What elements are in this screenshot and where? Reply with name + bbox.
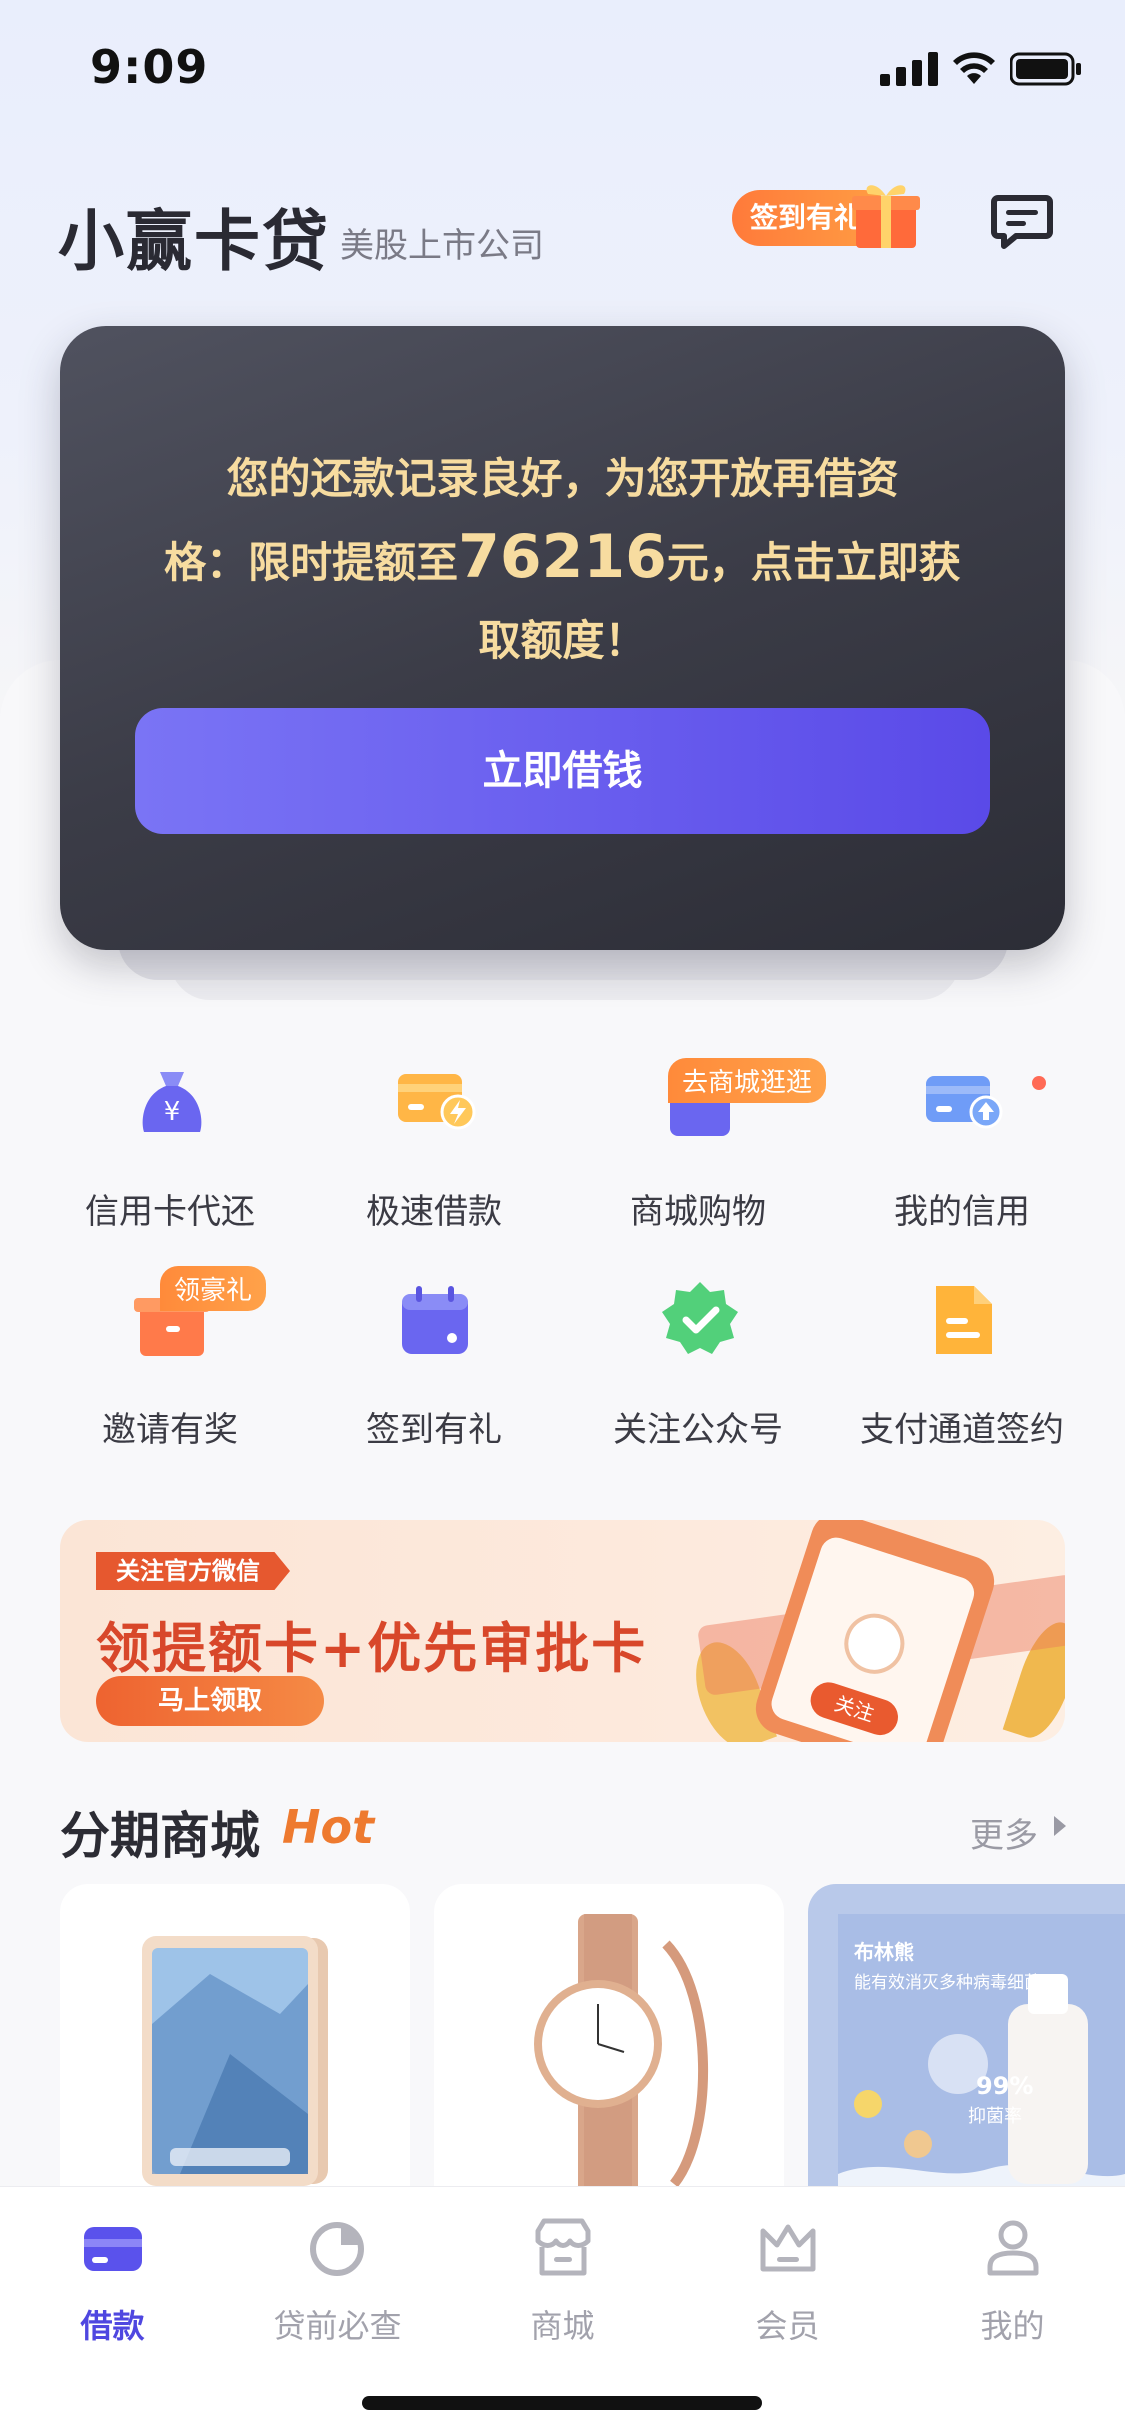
gift-icon (852, 185, 920, 248)
tablet-image (142, 1936, 328, 2186)
user-icon (987, 2220, 1039, 2276)
promo-message: 您的还款记录良好，为您开放再借资 格：限时提额至76216元，点击立即获 取额度… (140, 440, 985, 680)
spray-brand: 布林熊 (854, 1940, 914, 1964)
brand-subtitle: 美股上市公司 (340, 226, 544, 266)
watch-image (534, 1914, 709, 2214)
claim-now-button[interactable]: 马上领取 (96, 1676, 324, 1726)
section-title: 分期商城 (60, 1807, 260, 1865)
phone-follow-label: 关注 (805, 1677, 903, 1740)
grid-label: 信用卡代还 (85, 1192, 255, 1232)
store-icon (535, 2218, 591, 2276)
invite-tag: 领豪礼 (160, 1266, 267, 1311)
home-indicator (362, 2396, 762, 2410)
tab-label: 贷前必查 (273, 2307, 402, 2345)
banner-title: 领提额卡+优先审批卡 (96, 1617, 648, 1680)
grid-label: 关注公众号 (613, 1410, 783, 1450)
crown-icon (760, 2224, 816, 2272)
tab-label: 借款 (80, 2307, 145, 2345)
promo-line-1: 您的还款记录良好，为您开放再借资 (226, 454, 899, 503)
banner-tag: 关注官方微信 (96, 1552, 290, 1590)
status-time: 9:09 (90, 40, 209, 94)
document-icon (936, 1286, 992, 1354)
mall-tag: 去商城逛逛 (668, 1058, 827, 1103)
product-card-watch[interactable] (434, 1884, 784, 2224)
grid-label: 商城购物 (630, 1192, 766, 1232)
spray-image (838, 1914, 1125, 2224)
grid-label: 签到有礼 (366, 1410, 502, 1450)
checkin-reward-label: 签到有礼 (750, 201, 863, 234)
verified-badge-icon (662, 1282, 738, 1354)
product-card-spray[interactable]: 布林熊 能有效消灭多种病毒细菌 99% 抑菌率 (808, 1884, 1125, 2224)
tab-label: 商城 (530, 2307, 595, 2345)
more-link[interactable]: 更多 (970, 1808, 1038, 1857)
promo-amount: 76216 (458, 522, 667, 592)
card-upload-icon (926, 1076, 1003, 1129)
wifi-icon (953, 52, 995, 84)
app-logo-icon (836, 1605, 913, 1682)
battery-icon (1010, 52, 1081, 86)
tab-label: 我的 (980, 2307, 1045, 2345)
phone-illustration: 关注 (749, 1520, 1001, 1742)
cellular-signal-icon (880, 52, 938, 86)
card-lightning-icon (398, 1074, 476, 1130)
promo-line-2: 格：限时提额至76216元，点击立即获 (140, 518, 985, 602)
status-bar: 9:09 (0, 0, 1125, 140)
spray-badge: 99% (976, 2072, 1034, 2100)
phone-screen: 关注 (767, 1533, 979, 1742)
grid-label: 支付通道签约 (860, 1410, 1064, 1450)
wechat-follow-banner[interactable]: 关注官方微信 领提额卡+优先审批卡 马上领取 关注 (60, 1520, 1065, 1742)
promo-line-2-pre: 格：限时提额至 (164, 538, 459, 587)
spray-desc: 能有效消灭多种病毒细菌 (854, 1973, 1041, 1993)
calendar-icon (402, 1286, 468, 1354)
money-bag-icon: ¥ (142, 1072, 202, 1132)
product-card-tablet[interactable] (60, 1884, 410, 2224)
pie-chart-icon (310, 2222, 364, 2276)
chevron-right-icon (1054, 1816, 1066, 1836)
tab-label: 会员 (755, 2307, 820, 2345)
grid-label: 极速借款 (366, 1192, 502, 1232)
notification-dot (1032, 1076, 1046, 1090)
wallet-card-icon (84, 2227, 142, 2271)
borrow-now-button[interactable]: 立即借钱 (135, 708, 990, 834)
svg-text:¥: ¥ (164, 1097, 181, 1127)
message-icon[interactable] (990, 192, 1054, 252)
spray-badge-sub: 抑菌率 (968, 2106, 1022, 2127)
hot-badge: Hot (282, 1800, 375, 1854)
promo-line-2-post: 元，点击立即获 (666, 538, 961, 587)
grid-label: 邀请有奖 (102, 1410, 238, 1450)
grid-label: 我的信用 (894, 1192, 1030, 1232)
brand-name: 小赢卡贷 (58, 203, 330, 280)
promo-line-3: 取额度！ (478, 616, 647, 665)
